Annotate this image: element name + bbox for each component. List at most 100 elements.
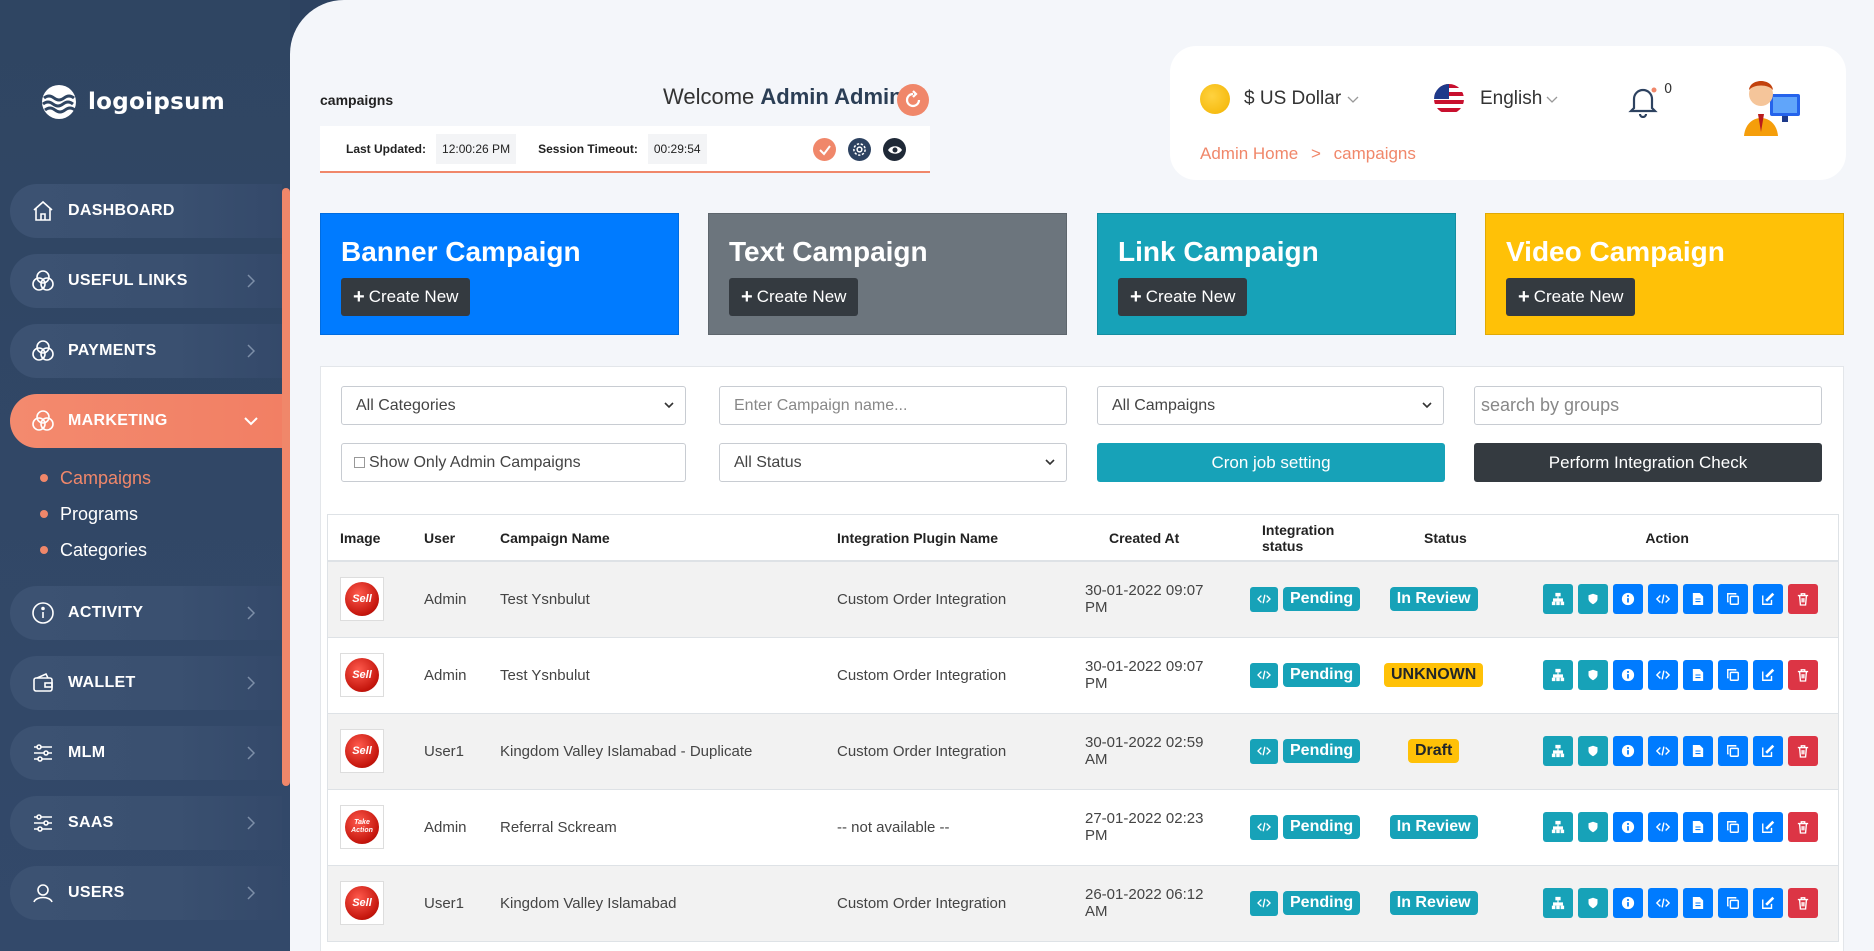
- settings-button[interactable]: [848, 138, 871, 161]
- campaign-name-input[interactable]: Enter Campaign name...: [719, 386, 1067, 425]
- campaign-thumbnail[interactable]: Take Action: [340, 805, 384, 849]
- submenu-label: Categories: [60, 539, 148, 560]
- sitemap-button[interactable]: [1543, 736, 1574, 766]
- integration-code-button[interactable]: [1250, 890, 1278, 916]
- code-button[interactable]: [1648, 888, 1679, 919]
- campaigns-table: Image User Campaign Name Integration Plu…: [327, 514, 1839, 942]
- copy-button[interactable]: [1718, 660, 1749, 690]
- status-badge: UNKNOWN: [1384, 663, 1484, 687]
- submenu-item-campaigns[interactable]: Campaigns: [40, 460, 282, 496]
- code-button[interactable]: [1648, 584, 1679, 615]
- file-button[interactable]: [1683, 584, 1714, 615]
- cell-campaign-name: Test Ysnbulut: [482, 560, 819, 637]
- trash-button[interactable]: [1788, 888, 1819, 919]
- info-circle-button[interactable]: [1613, 888, 1644, 919]
- cell-campaign-name: Test Ysnbulut: [482, 636, 819, 713]
- sidebar-item-label: ACTIVITY: [68, 604, 144, 621]
- campaign-thumbnail[interactable]: Sell: [340, 729, 384, 773]
- copy-button[interactable]: [1718, 584, 1749, 615]
- avatar[interactable]: [1736, 64, 1808, 136]
- trash-button[interactable]: [1788, 812, 1819, 842]
- logo[interactable]: logoipsum: [38, 84, 225, 120]
- trash-button[interactable]: [1788, 736, 1819, 766]
- create-video-campaign-button[interactable]: + Create New: [1506, 278, 1636, 316]
- sidebar: logoipsum DASHBOARD USEFUL LINKS PAYMENT…: [0, 0, 290, 951]
- table-row: Sell Admin Test Ysnbulut Custom Order In…: [328, 560, 1838, 637]
- copy-button[interactable]: [1718, 812, 1749, 842]
- code-button[interactable]: [1648, 812, 1679, 842]
- group-search-input[interactable]: search by groups: [1474, 386, 1822, 425]
- sidebar-item-useful-links[interactable]: USEFUL LINKS: [10, 254, 282, 308]
- bell-icon[interactable]: [1628, 84, 1658, 118]
- cell-campaign-name: Kingdom Valley Islamabad: [482, 864, 819, 941]
- campaign-thumbnail[interactable]: Sell: [340, 577, 384, 622]
- status-select[interactable]: All Status: [719, 443, 1067, 482]
- input-placeholder: search by groups: [1481, 395, 1620, 415]
- edit-button[interactable]: [1753, 888, 1784, 919]
- shield-button[interactable]: [1578, 584, 1609, 615]
- integration-code-button[interactable]: [1250, 738, 1278, 764]
- shield-button[interactable]: [1578, 660, 1609, 690]
- chevron-right-icon: [247, 816, 256, 830]
- sidebar-item-activity[interactable]: ACTIVITY: [10, 586, 282, 640]
- campaign-thumbnail[interactable]: Sell: [340, 881, 384, 926]
- shield-button[interactable]: [1578, 812, 1609, 842]
- sidebar-item-users[interactable]: USERS: [10, 866, 282, 920]
- sidebar-item-mlm[interactable]: MLM: [10, 726, 282, 780]
- code-button[interactable]: [1648, 736, 1679, 766]
- breadcrumb-home-link[interactable]: Admin Home: [1200, 144, 1298, 163]
- file-button[interactable]: [1683, 736, 1714, 766]
- file-button[interactable]: [1683, 888, 1714, 919]
- integration-code-button[interactable]: [1250, 586, 1278, 612]
- sidebar-scrollbar[interactable]: [282, 188, 290, 786]
- edit-button[interactable]: [1753, 812, 1784, 842]
- language-selector[interactable]: English: [1434, 84, 1560, 114]
- check-button[interactable]: [813, 138, 836, 161]
- file-button[interactable]: [1683, 660, 1714, 690]
- trash-button[interactable]: [1788, 660, 1819, 690]
- sitemap-button[interactable]: [1543, 888, 1574, 919]
- cron-job-setting-button[interactable]: Cron job setting: [1097, 443, 1445, 482]
- edit-button[interactable]: [1753, 736, 1784, 766]
- category-select[interactable]: All Categories: [341, 386, 686, 425]
- shield-icon: [1587, 896, 1599, 910]
- code-button[interactable]: [1648, 660, 1679, 690]
- campaign-thumbnail[interactable]: Sell: [340, 653, 384, 697]
- create-text-campaign-button[interactable]: + Create New: [729, 278, 859, 316]
- sidebar-item-wallet[interactable]: WALLET: [10, 656, 282, 710]
- integration-code-button[interactable]: [1250, 814, 1278, 840]
- sidebar-item-label: PAYMENTS: [68, 342, 157, 359]
- copy-button[interactable]: [1718, 736, 1749, 766]
- edit-button[interactable]: [1753, 660, 1784, 690]
- shield-button[interactable]: [1578, 736, 1609, 766]
- copy-button[interactable]: [1718, 888, 1749, 919]
- admin-only-checkbox[interactable]: Show Only Admin Campaigns: [341, 443, 686, 482]
- currency-selector[interactable]: $ US Dollar: [1200, 84, 1361, 114]
- submenu-item-programs[interactable]: Programs: [40, 496, 282, 532]
- campaigns-select[interactable]: All Campaigns: [1097, 386, 1444, 425]
- sitemap-button[interactable]: [1543, 584, 1574, 615]
- sitemap-button[interactable]: [1543, 660, 1574, 690]
- info-circle-button[interactable]: [1613, 660, 1644, 690]
- info-circle-button[interactable]: [1613, 812, 1644, 842]
- sidebar-item-payments[interactable]: PAYMENTS: [10, 324, 282, 378]
- sidebar-item-saas[interactable]: SAAS: [10, 796, 282, 850]
- trash-button[interactable]: [1788, 584, 1819, 615]
- integration-code-button[interactable]: [1250, 662, 1278, 688]
- sidebar-item-marketing[interactable]: MARKETING: [10, 394, 282, 448]
- trash-icon: [1797, 820, 1809, 834]
- info-circle-button[interactable]: [1613, 736, 1644, 766]
- preview-button[interactable]: [883, 138, 906, 161]
- sitemap-button[interactable]: [1543, 812, 1574, 842]
- create-link-campaign-button[interactable]: + Create New: [1118, 278, 1248, 316]
- submenu-item-categories[interactable]: Categories: [40, 532, 282, 568]
- cell-plugin-name: Custom Order Integration: [819, 712, 1049, 789]
- refresh-button[interactable]: [897, 84, 929, 116]
- shield-button[interactable]: [1578, 888, 1609, 919]
- sidebar-item-dashboard[interactable]: DASHBOARD: [10, 184, 282, 238]
- integration-check-button[interactable]: Perform Integration Check: [1474, 443, 1822, 482]
- info-circle-button[interactable]: [1613, 584, 1644, 615]
- file-button[interactable]: [1683, 812, 1714, 842]
- edit-button[interactable]: [1753, 584, 1784, 615]
- create-banner-campaign-button[interactable]: + Create New: [341, 278, 471, 316]
